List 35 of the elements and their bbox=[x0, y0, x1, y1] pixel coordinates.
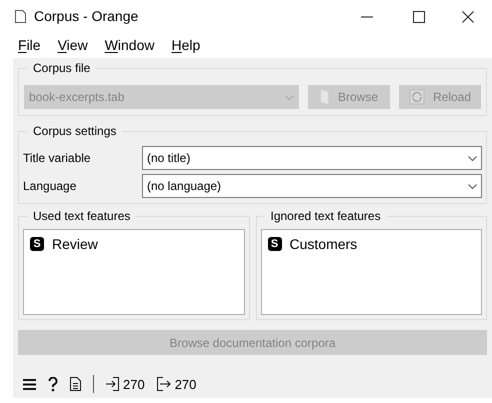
chevron-down-icon bbox=[468, 184, 477, 188]
help-icon[interactable] bbox=[48, 376, 58, 392]
group-title: Corpus file bbox=[27, 61, 96, 75]
field-label: Title variable bbox=[23, 150, 92, 167]
string-type-icon: S bbox=[30, 237, 44, 251]
input-icon bbox=[106, 377, 119, 392]
menu-icon[interactable] bbox=[23, 378, 36, 390]
group-title: Used text features bbox=[27, 209, 136, 223]
menu-item[interactable]: Help bbox=[172, 35, 200, 56]
menu-item[interactable]: File bbox=[18, 35, 41, 56]
minimize-icon[interactable] bbox=[361, 16, 373, 18]
reload-icon bbox=[408, 89, 425, 105]
chevron-down-icon bbox=[285, 94, 294, 100]
output-count: 270 bbox=[174, 376, 196, 394]
field-label: Language bbox=[23, 178, 78, 195]
string-type-icon: S bbox=[268, 237, 282, 251]
dropdown[interactable]: (no title) bbox=[142, 146, 482, 170]
menu-item[interactable]: Window bbox=[104, 35, 154, 56]
input-count: 270 bbox=[123, 376, 145, 394]
dropdown[interactable]: (no language) bbox=[142, 174, 482, 198]
menu-item[interactable]: View bbox=[58, 35, 88, 56]
group-title: Corpus settings bbox=[27, 124, 122, 138]
document-icon bbox=[15, 10, 26, 23]
feature-item[interactable]: Customers bbox=[290, 234, 358, 254]
feature-list[interactable]: S Customers bbox=[260, 229, 482, 315]
group-title: Ignored text features bbox=[264, 209, 387, 223]
feature-list[interactable]: S Review bbox=[23, 229, 244, 315]
document-icon[interactable] bbox=[70, 377, 81, 392]
chevron-down-icon bbox=[468, 156, 477, 160]
close-icon[interactable] bbox=[462, 10, 474, 22]
output-icon bbox=[156, 377, 171, 392]
maximize-icon[interactable] bbox=[413, 10, 425, 22]
window-title: Corpus - Orange bbox=[34, 7, 138, 26]
folder-icon bbox=[320, 89, 330, 105]
feature-item[interactable]: Review bbox=[52, 234, 98, 254]
